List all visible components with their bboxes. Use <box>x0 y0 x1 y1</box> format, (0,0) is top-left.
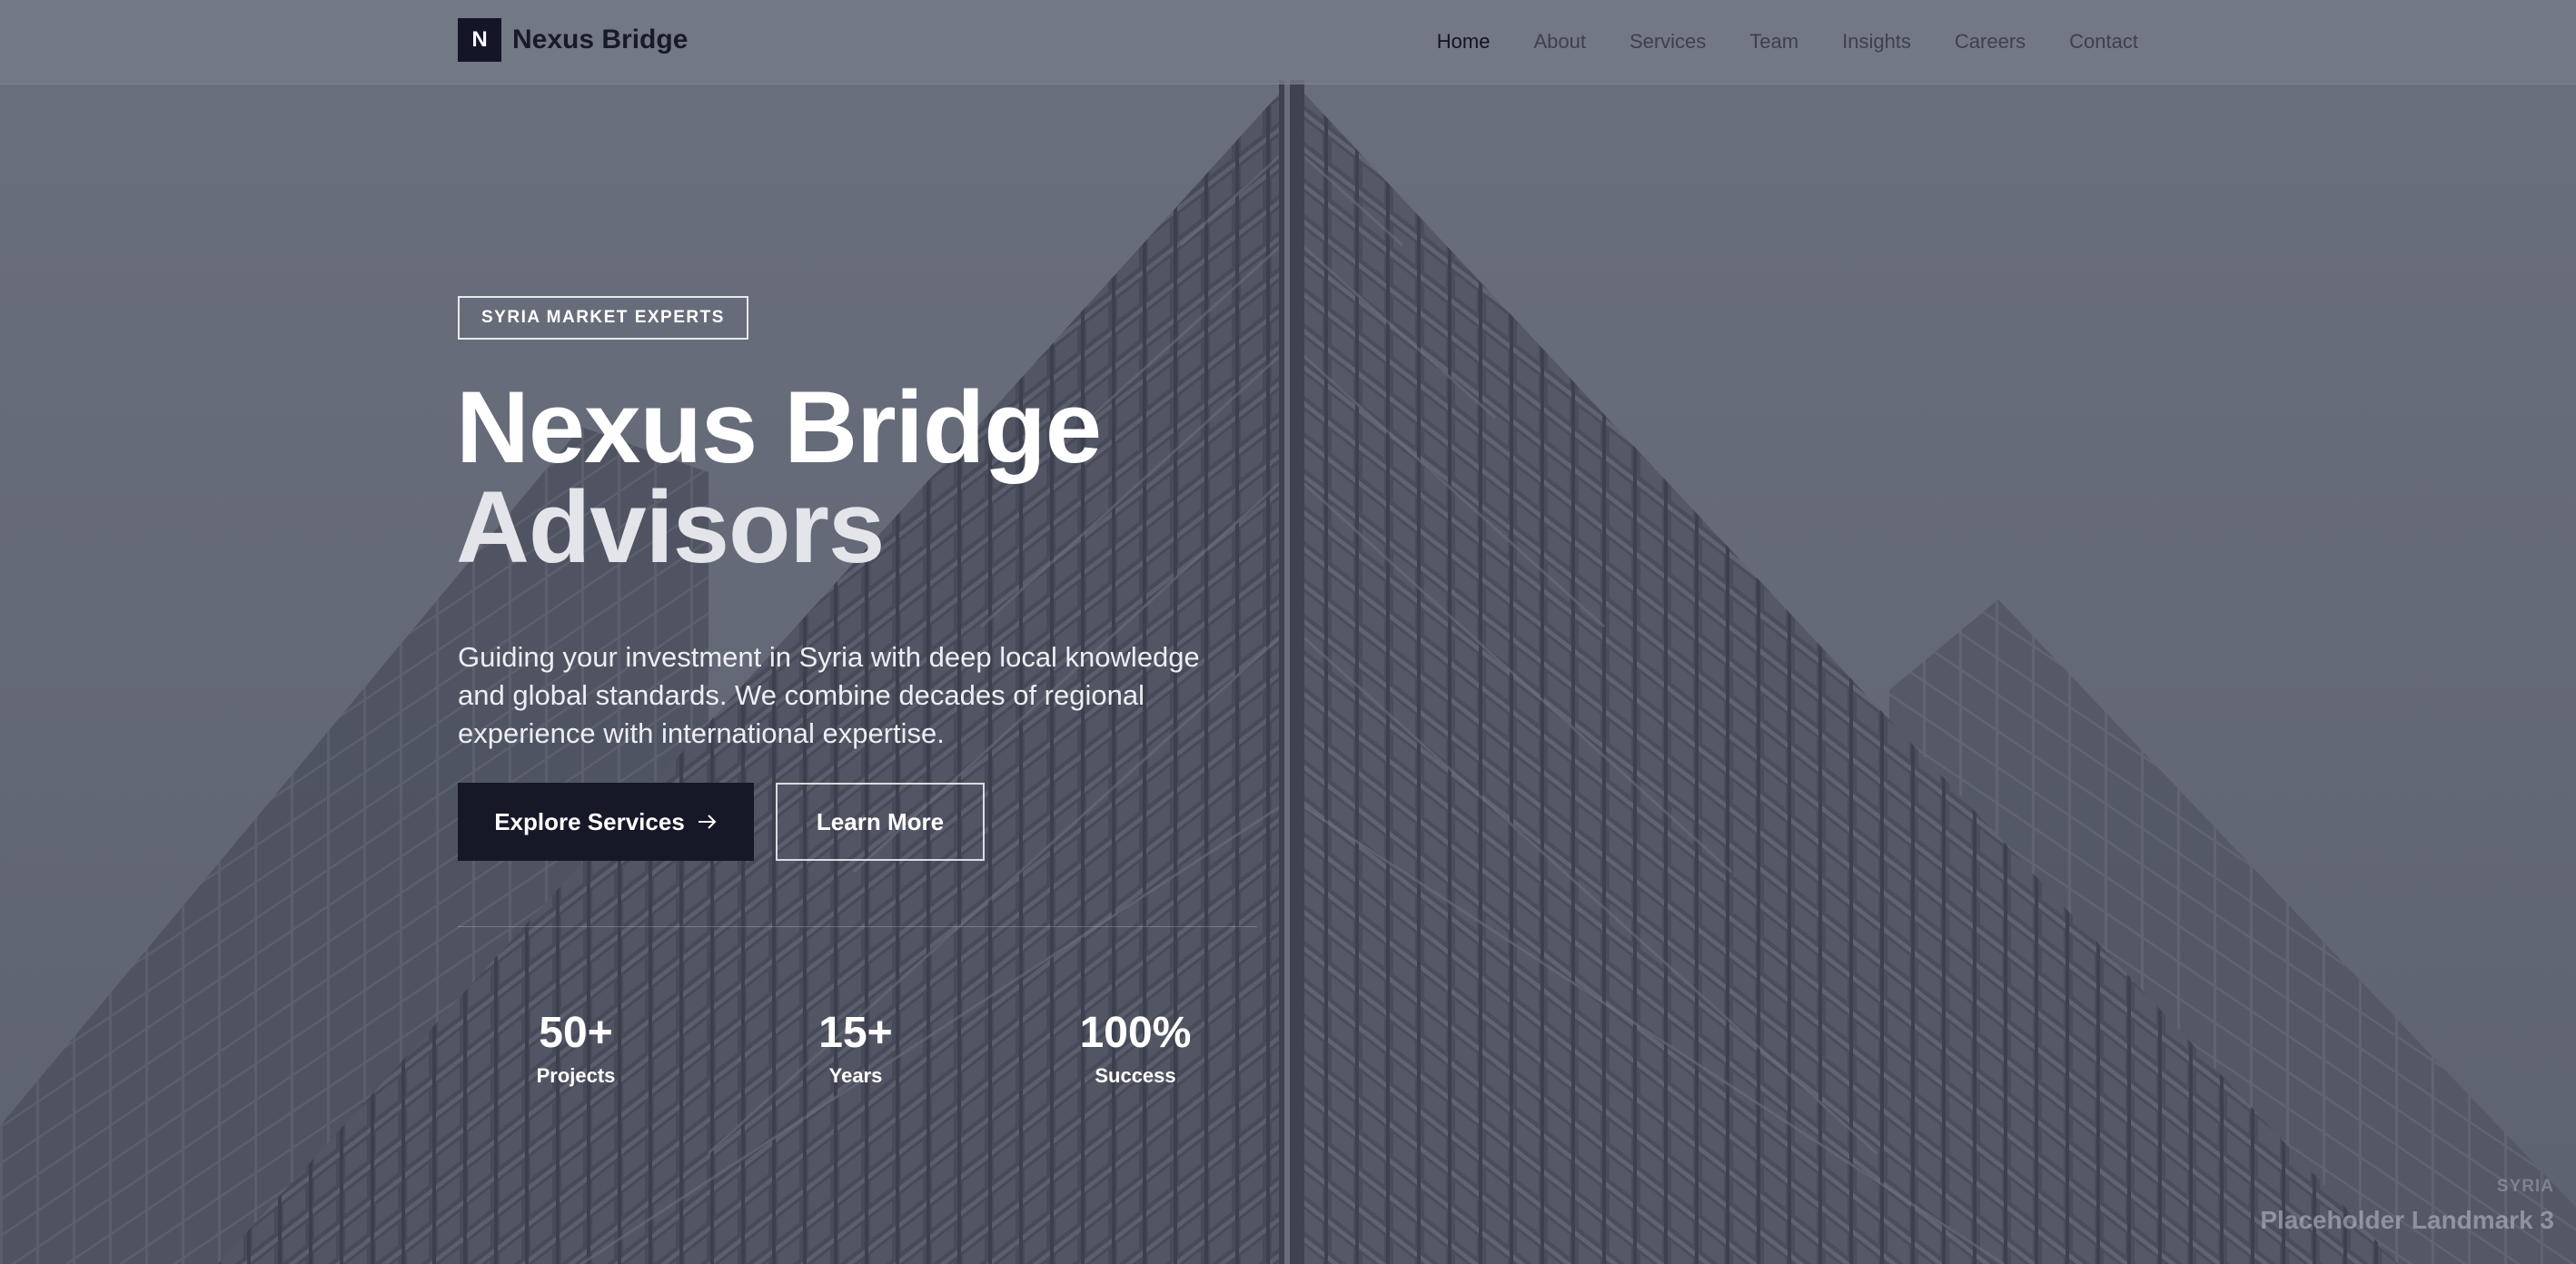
image-caption: SYRIA Placeholder Landmark 3 <box>2260 1177 2554 1235</box>
stat-years: 15+ Years <box>747 1008 965 1091</box>
nav-link-contact[interactable]: Contact <box>2069 27 2138 56</box>
nav-link-about[interactable]: About <box>1533 27 1586 56</box>
stat-value: 15+ <box>818 1009 893 1057</box>
hero-title-line1: Nexus Bridge <box>456 370 1102 484</box>
stat-value: 100% <box>1079 1009 1192 1057</box>
stat-label: Years <box>828 1064 883 1087</box>
learn-more-button[interactable]: Learn More <box>776 783 985 861</box>
stat-label: Success <box>1095 1064 1176 1087</box>
caption-name: Placeholder Landmark 3 <box>2260 1206 2554 1234</box>
hero-divider <box>458 926 1257 927</box>
logo-mark[interactable]: N <box>458 18 501 62</box>
top-navigation-bar: N Nexus Bridge Home About Services Team … <box>0 0 2576 84</box>
arrow-right-icon <box>698 808 718 836</box>
hero-badge: SYRIA MARKET EXPERTS <box>458 296 748 340</box>
nav-links: Home About Services Team Insights Career… <box>1437 27 2138 56</box>
nav-link-team[interactable]: Team <box>1749 27 1798 56</box>
hero-title: Nexus Bridge Advisors <box>456 370 1102 584</box>
nav-link-careers[interactable]: Careers <box>1955 27 2026 56</box>
caption-region: SYRIA <box>2496 1177 2554 1196</box>
nav-link-home[interactable]: Home <box>1437 27 1491 56</box>
stat-label: Projects <box>536 1064 616 1087</box>
stat-projects: 50+ Projects <box>467 1008 685 1091</box>
hero-title-line2: Advisors <box>456 470 885 584</box>
hero-subtitle: Guiding your investment in Syria with de… <box>458 641 1200 749</box>
building-illustration <box>0 80 2576 1264</box>
explore-services-button[interactable]: Explore Services <box>458 783 754 861</box>
nav-link-insights[interactable]: Insights <box>1842 27 1911 56</box>
stat-value: 50+ <box>539 1009 613 1057</box>
brand-name[interactable]: Nexus Bridge <box>512 22 688 58</box>
stat-success: 100% Success <box>1026 1008 1244 1091</box>
explore-services-label: Explore Services <box>494 807 685 835</box>
nav-link-services[interactable]: Services <box>1630 27 1706 56</box>
hero-background-image <box>0 0 2576 1264</box>
